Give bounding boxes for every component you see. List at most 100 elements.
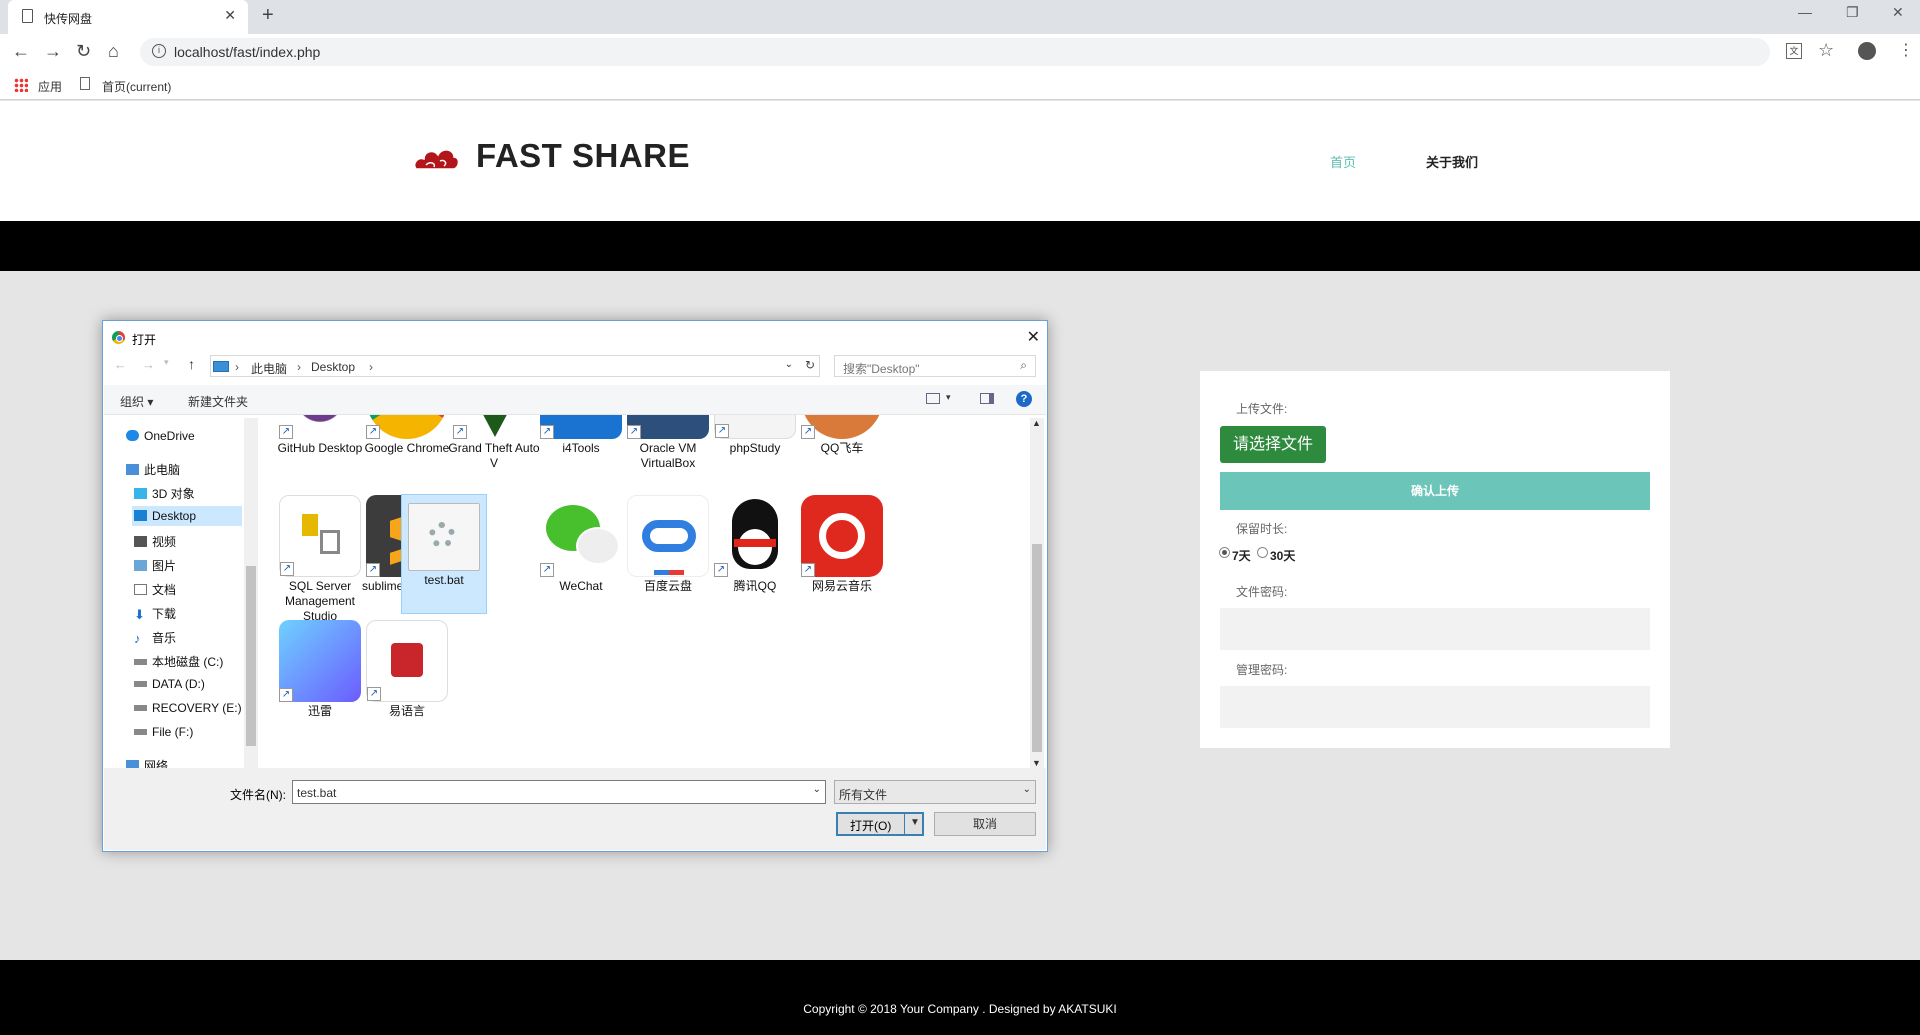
preview-pane-icon[interactable] [980, 393, 994, 404]
scroll-thumb[interactable] [246, 566, 256, 746]
browser-tab[interactable]: 快传网盘 ✕ [8, 0, 248, 34]
gear-icon [408, 503, 480, 571]
file-item[interactable]: ↗ SQL Server Management Studio [271, 495, 369, 624]
admin-password-input[interactable] [1220, 686, 1650, 728]
radio-30-days-label[interactable]: 30天 [1270, 547, 1295, 564]
info-icon[interactable]: i [152, 44, 166, 58]
file-item[interactable]: ↗ 腾讯QQ [706, 495, 804, 594]
help-icon[interactable]: ? [1016, 391, 1032, 407]
choose-file-button[interactable]: 请选择文件 [1220, 426, 1326, 463]
admin-password-label: 管理密码: [1236, 663, 1288, 677]
page-icon [22, 9, 33, 23]
file-item[interactable]: ↗ QQ飞车 [793, 415, 891, 456]
nav-about[interactable]: 关于我们 [1426, 152, 1478, 171]
new-tab-icon[interactable]: + [262, 4, 274, 27]
file-item[interactable]: ↗ 迅雷 [271, 620, 369, 719]
scroll-up-icon[interactable]: ▲ [1032, 418, 1041, 428]
back-icon[interactable]: ← [12, 41, 30, 62]
file-password-input[interactable] [1220, 608, 1650, 650]
file-item[interactable]: ↗ i4Tools [532, 415, 630, 456]
tree-item-music[interactable]: ♪ 音乐 [134, 629, 176, 646]
bookmark-apps[interactable]: 应用 [38, 78, 62, 95]
view-chevron-icon[interactable]: ▾ [946, 392, 951, 403]
file-item[interactable]: ↗ Grand Theft Auto V [445, 415, 543, 471]
new-folder-button[interactable]: 新建文件夹 [188, 393, 248, 410]
view-icon[interactable] [926, 393, 940, 404]
up-icon[interactable]: ↑ [188, 356, 195, 372]
tree-item-this-pc[interactable]: 此电脑 [126, 461, 180, 478]
radio-7-days-label[interactable]: 7天 [1232, 547, 1251, 564]
file-list-scrollbar[interactable]: ▲ ▼ [1030, 418, 1044, 768]
recent-chevron-icon[interactable]: ▾ [164, 357, 169, 368]
netease-music-icon: ↗ [801, 495, 883, 577]
tree-item-onedrive[interactable]: OneDrive [126, 429, 195, 443]
site-brand[interactable]: FAST SHARE [476, 137, 690, 175]
filename-input[interactable]: test.bat ⌄ [292, 780, 826, 804]
3d-icon [134, 488, 147, 499]
tree-item-desktop[interactable]: Desktop [134, 509, 196, 523]
tree-item-drive-c[interactable]: 本地磁盘 (C:) [134, 653, 223, 670]
bookmark-star-icon[interactable]: ☆ [1818, 40, 1834, 61]
tree-item-drive-f[interactable]: File (F:) [134, 725, 193, 739]
file-item[interactable]: ↗ 易语言 [358, 620, 456, 719]
translate-icon[interactable]: 文 [1786, 43, 1802, 59]
filetype-select[interactable]: 所有文件 ⌄ [834, 780, 1036, 804]
tree-scrollbar[interactable] [244, 418, 258, 768]
confirm-upload-button[interactable]: 确认上传 [1220, 472, 1650, 510]
nav-home[interactable]: 首页 [1330, 152, 1356, 171]
tree-item-pictures[interactable]: 图片 [134, 557, 176, 574]
address-bar[interactable]: i localhost/fast/index.php [140, 38, 1770, 66]
radio-30-days[interactable] [1257, 547, 1268, 558]
tree-item-drive-d[interactable]: DATA (D:) [134, 677, 205, 691]
split-chevron-icon[interactable]: ▼ [910, 817, 920, 828]
cloud-icon [126, 430, 139, 441]
file-item[interactable]: ↗ 网易云音乐 [793, 495, 891, 594]
file-item[interactable]: ↗ GitHub Desktop [271, 415, 369, 456]
bookmark-home[interactable]: 首页(current) [102, 78, 171, 95]
shortcut-icon: ↗ [279, 425, 293, 439]
minimize-icon[interactable]: — [1798, 4, 1812, 20]
close-window-icon[interactable]: ✕ [1892, 4, 1904, 21]
close-dialog-icon[interactable]: ✕ [1027, 327, 1040, 347]
chevron-down-icon[interactable]: ⌄ [1023, 784, 1031, 795]
scroll-thumb[interactable] [1032, 544, 1042, 752]
forward-icon[interactable]: → [142, 357, 155, 372]
home-icon[interactable]: ⌂ [108, 41, 119, 62]
breadcrumb-desktop[interactable]: Desktop [311, 360, 355, 374]
file-item[interactable]: ↗ WeChat [532, 495, 630, 594]
apps-icon[interactable] [14, 78, 28, 92]
open-button[interactable]: 打开(O) ▼ [836, 812, 924, 836]
menu-icon[interactable]: ⋮ [1898, 40, 1914, 60]
filename-label: 文件名(N): [230, 788, 286, 802]
tree-item-videos[interactable]: 视频 [134, 533, 176, 550]
profile-icon[interactable] [1858, 42, 1876, 60]
scroll-down-icon[interactable]: ▼ [1032, 758, 1041, 768]
tree-item-drive-e[interactable]: RECOVERY (E:) [134, 701, 242, 715]
breadcrumb-this-pc[interactable]: 此电脑 [251, 360, 287, 377]
back-icon[interactable]: ← [114, 357, 127, 372]
file-item-selected[interactable]: test.bat [401, 494, 487, 614]
file-item[interactable]: ↗ phpStudy [706, 415, 804, 456]
reload-icon[interactable]: ↻ [76, 41, 91, 62]
file-item[interactable]: ↗ Oracle VM VirtualBox [619, 415, 717, 471]
radio-7-days[interactable] [1219, 547, 1230, 558]
file-item[interactable]: ↗ Google Chrome [358, 415, 456, 456]
organize-button[interactable]: 组织 ▾ [120, 393, 153, 410]
refresh-icon[interactable]: ↻ [805, 358, 815, 372]
drive-icon [134, 659, 147, 665]
restore-icon[interactable]: ❐ [1846, 4, 1859, 21]
bookmarks-bar: 应用 首页(current) [0, 70, 1920, 100]
page-icon [80, 77, 90, 90]
tree-item-3d-objects[interactable]: 3D 对象 [134, 485, 195, 502]
dialog-titlebar[interactable]: 打开 ✕ [104, 322, 1046, 352]
tree-item-downloads[interactable]: ⬇ 下载 [134, 605, 176, 622]
tree-item-documents[interactable]: 文档 [134, 581, 176, 598]
cancel-button[interactable]: 取消 [934, 812, 1036, 836]
chevron-down-icon[interactable]: ⌄ [785, 359, 793, 370]
forward-icon[interactable]: → [44, 41, 62, 62]
dialog-search-input[interactable]: 搜索"Desktop" ⌕ [834, 355, 1036, 377]
chevron-down-icon[interactable]: ⌄ [813, 784, 821, 795]
dialog-address-bar[interactable]: › 此电脑 › Desktop › ⌄ ↻ [210, 355, 820, 377]
file-item[interactable]: 百度云盘 [619, 495, 717, 594]
close-tab-icon[interactable]: ✕ [224, 7, 236, 24]
